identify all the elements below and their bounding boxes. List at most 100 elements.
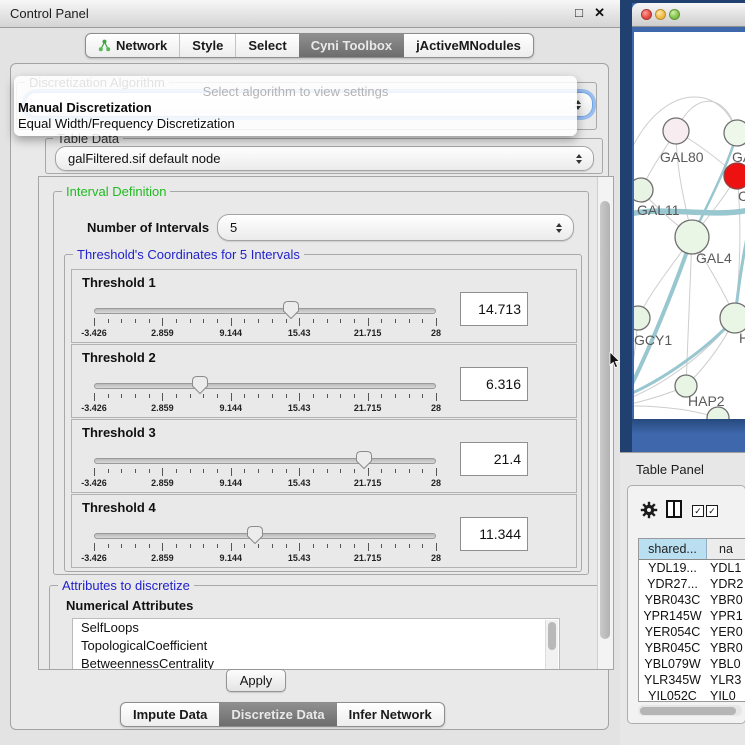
slider-track[interactable] bbox=[94, 383, 436, 389]
thresholds-group: Threshold's Coordinates for 5 Intervals … bbox=[64, 254, 582, 572]
cell-name[interactable]: YPR1 bbox=[706, 608, 745, 624]
node-red-selected[interactable] bbox=[724, 163, 745, 189]
tab-jactivemnodules-label: jActiveMNodules bbox=[416, 38, 521, 53]
threshold-1-value-field[interactable]: 14.713 bbox=[460, 292, 528, 326]
algorithm-option-manual[interactable]: Manual Discretization bbox=[18, 100, 152, 115]
table-row[interactable]: YLR345WYLR3 bbox=[639, 672, 745, 688]
threshold-2-slider[interactable]: -3.4262.8599.14415.4321.71528 bbox=[94, 375, 436, 415]
threshold-1-slider[interactable]: -3.4262.8599.14415.4321.71528 bbox=[94, 300, 436, 340]
cell-shared-name[interactable]: YBL079W bbox=[639, 656, 706, 672]
node-attribute-table[interactable]: shared... na YDL19...YDL1 YDR27...YDR2 Y… bbox=[638, 538, 745, 702]
number-of-intervals-spinner[interactable]: 5 bbox=[217, 214, 574, 241]
cell-shared-name[interactable]: YPR145W bbox=[639, 608, 706, 624]
slider-handle[interactable] bbox=[246, 525, 264, 545]
algorithm-prompt-option[interactable]: Select algorithm to view settings bbox=[14, 84, 577, 99]
table-row[interactable]: YBR043CYBR0 bbox=[639, 592, 745, 608]
node-gal80[interactable] bbox=[663, 118, 689, 144]
threshold-3-label: Threshold 3 bbox=[82, 425, 156, 440]
column-header-name[interactable]: na bbox=[707, 539, 745, 559]
tab-impute-data-label: Impute Data bbox=[133, 707, 207, 722]
node-ga[interactable] bbox=[724, 120, 745, 146]
tab-select[interactable]: Select bbox=[236, 34, 299, 57]
scrollbar-thumb[interactable] bbox=[548, 622, 556, 650]
slider-track[interactable] bbox=[94, 533, 436, 539]
attributes-list-scrollbar[interactable] bbox=[545, 620, 558, 670]
network-canvas[interactable]: GAL80 GA C GAL11 GAL4 GCY1 H HAP2 bbox=[634, 32, 745, 419]
tab-cyni-toolbox[interactable]: Cyni Toolbox bbox=[299, 34, 404, 57]
tab-style[interactable]: Style bbox=[180, 34, 236, 57]
tab-impute-data[interactable]: Impute Data bbox=[121, 703, 220, 726]
column-header-shared-name[interactable]: shared... bbox=[639, 539, 707, 559]
tab-infer-network[interactable]: Infer Network bbox=[337, 703, 444, 726]
cell-name[interactable]: YBR0 bbox=[706, 640, 745, 656]
cell-shared-name[interactable]: YDR27... bbox=[639, 576, 706, 592]
threshold-4-value-field[interactable]: 11.344 bbox=[460, 517, 528, 551]
cell-name[interactable]: YBL0 bbox=[706, 656, 745, 672]
float-window-icon[interactable]: □ bbox=[575, 6, 583, 20]
threshold-3-value-field[interactable]: 21.4 bbox=[460, 442, 528, 476]
cell-name[interactable]: YER0 bbox=[706, 624, 745, 640]
close-traffic-light-icon[interactable] bbox=[641, 9, 652, 20]
slider-handle[interactable] bbox=[355, 450, 373, 470]
tab-style-label: Style bbox=[192, 38, 223, 53]
node-gal11[interactable] bbox=[634, 178, 653, 202]
tab-discretize-data[interactable]: Discretize Data bbox=[219, 703, 336, 726]
cell-name[interactable]: YBR0 bbox=[706, 592, 745, 608]
scrollbar-thumb[interactable] bbox=[640, 707, 736, 715]
table-row[interactable]: YDR27...YDR2 bbox=[639, 576, 745, 592]
scrollbar-thumb[interactable] bbox=[600, 201, 610, 639]
list-item-selfloops[interactable]: SelfLoops bbox=[73, 619, 559, 637]
cell-shared-name[interactable]: YDL19... bbox=[639, 560, 706, 576]
tab-network[interactable]: Network bbox=[86, 34, 180, 57]
network-window-titlebar[interactable] bbox=[632, 3, 745, 27]
table-row[interactable]: YPR145WYPR1 bbox=[639, 608, 745, 624]
tab-jactivemnodules[interactable]: jActiveMNodules bbox=[404, 34, 533, 57]
node-label-h: H bbox=[739, 330, 745, 346]
node-gal4[interactable] bbox=[675, 220, 709, 254]
list-item-topologicalcoefficient[interactable]: TopologicalCoefficient bbox=[73, 637, 559, 655]
node-gcy1[interactable] bbox=[634, 306, 650, 330]
threshold-4-slider[interactable]: -3.4262.8599.14415.4321.71528 bbox=[94, 525, 436, 565]
zoom-traffic-light-icon[interactable] bbox=[669, 9, 680, 20]
table-data-combobox[interactable]: galFiltered.sif default node bbox=[55, 146, 594, 171]
slider-track[interactable] bbox=[94, 308, 436, 314]
cell-shared-name[interactable]: YER054C bbox=[639, 624, 706, 640]
node-h[interactable] bbox=[720, 303, 745, 333]
slider-handle[interactable] bbox=[282, 300, 300, 320]
table-row[interactable]: YIL052CYIL0 bbox=[639, 688, 745, 704]
minimize-traffic-light-icon[interactable] bbox=[655, 9, 666, 20]
cell-shared-name[interactable]: YIL052C bbox=[639, 688, 706, 704]
algorithm-option-equal-width[interactable]: Equal Width/Frequency Discretization bbox=[18, 116, 235, 131]
select-none-checkbox-icon[interactable]: ✓ bbox=[706, 505, 718, 517]
tab-network-label: Network bbox=[116, 38, 167, 53]
cell-name[interactable]: YLR3 bbox=[706, 672, 745, 688]
node-label-gal4: GAL4 bbox=[696, 250, 732, 266]
table-row[interactable]: YBL079WYBL0 bbox=[639, 656, 745, 672]
table-horizontal-scrollbar[interactable] bbox=[638, 705, 742, 716]
threshold-2-value-field[interactable]: 6.316 bbox=[460, 367, 528, 401]
list-item-betweennesscentrality[interactable]: BetweennessCentrality bbox=[73, 655, 559, 670]
cyni-mode-tab-bar: Impute Data Discretize Data Infer Networ… bbox=[120, 702, 445, 727]
table-row[interactable]: YBR045CYBR0 bbox=[639, 640, 745, 656]
cell-shared-name[interactable]: YBR045C bbox=[639, 640, 706, 656]
numerical-attributes-list[interactable]: SelfLoops TopologicalCoefficient Between… bbox=[72, 618, 560, 670]
gear-icon[interactable] bbox=[640, 501, 658, 519]
threshold-2-panel: Threshold 2 -3.4262.8599.14415.4321.7152… bbox=[71, 344, 577, 418]
slider-handle[interactable] bbox=[191, 375, 209, 395]
cell-name[interactable]: YIL0 bbox=[706, 688, 745, 704]
slider-track[interactable] bbox=[94, 458, 436, 464]
table-row[interactable]: YDL19...YDL1 bbox=[639, 560, 745, 576]
cell-shared-name[interactable]: YBR043C bbox=[639, 592, 706, 608]
select-all-checkbox-icon[interactable]: ✓ bbox=[692, 505, 704, 517]
apply-button[interactable]: Apply bbox=[226, 669, 286, 692]
cell-name[interactable]: YDR2 bbox=[706, 576, 745, 592]
table-row[interactable]: YER054CYER0 bbox=[639, 624, 745, 640]
tab-infer-network-label: Infer Network bbox=[349, 707, 432, 722]
column-view-icon[interactable] bbox=[666, 500, 682, 518]
cell-shared-name[interactable]: YLR345W bbox=[639, 672, 706, 688]
settings-vertical-scrollbar[interactable] bbox=[597, 177, 613, 669]
cell-name[interactable]: YDL1 bbox=[706, 560, 745, 576]
close-panel-icon[interactable]: ✕ bbox=[594, 6, 605, 20]
threshold-3-slider[interactable]: -3.4262.8599.14415.4321.71528 bbox=[94, 450, 436, 490]
interval-definition-group-title: Interval Definition bbox=[62, 184, 170, 199]
